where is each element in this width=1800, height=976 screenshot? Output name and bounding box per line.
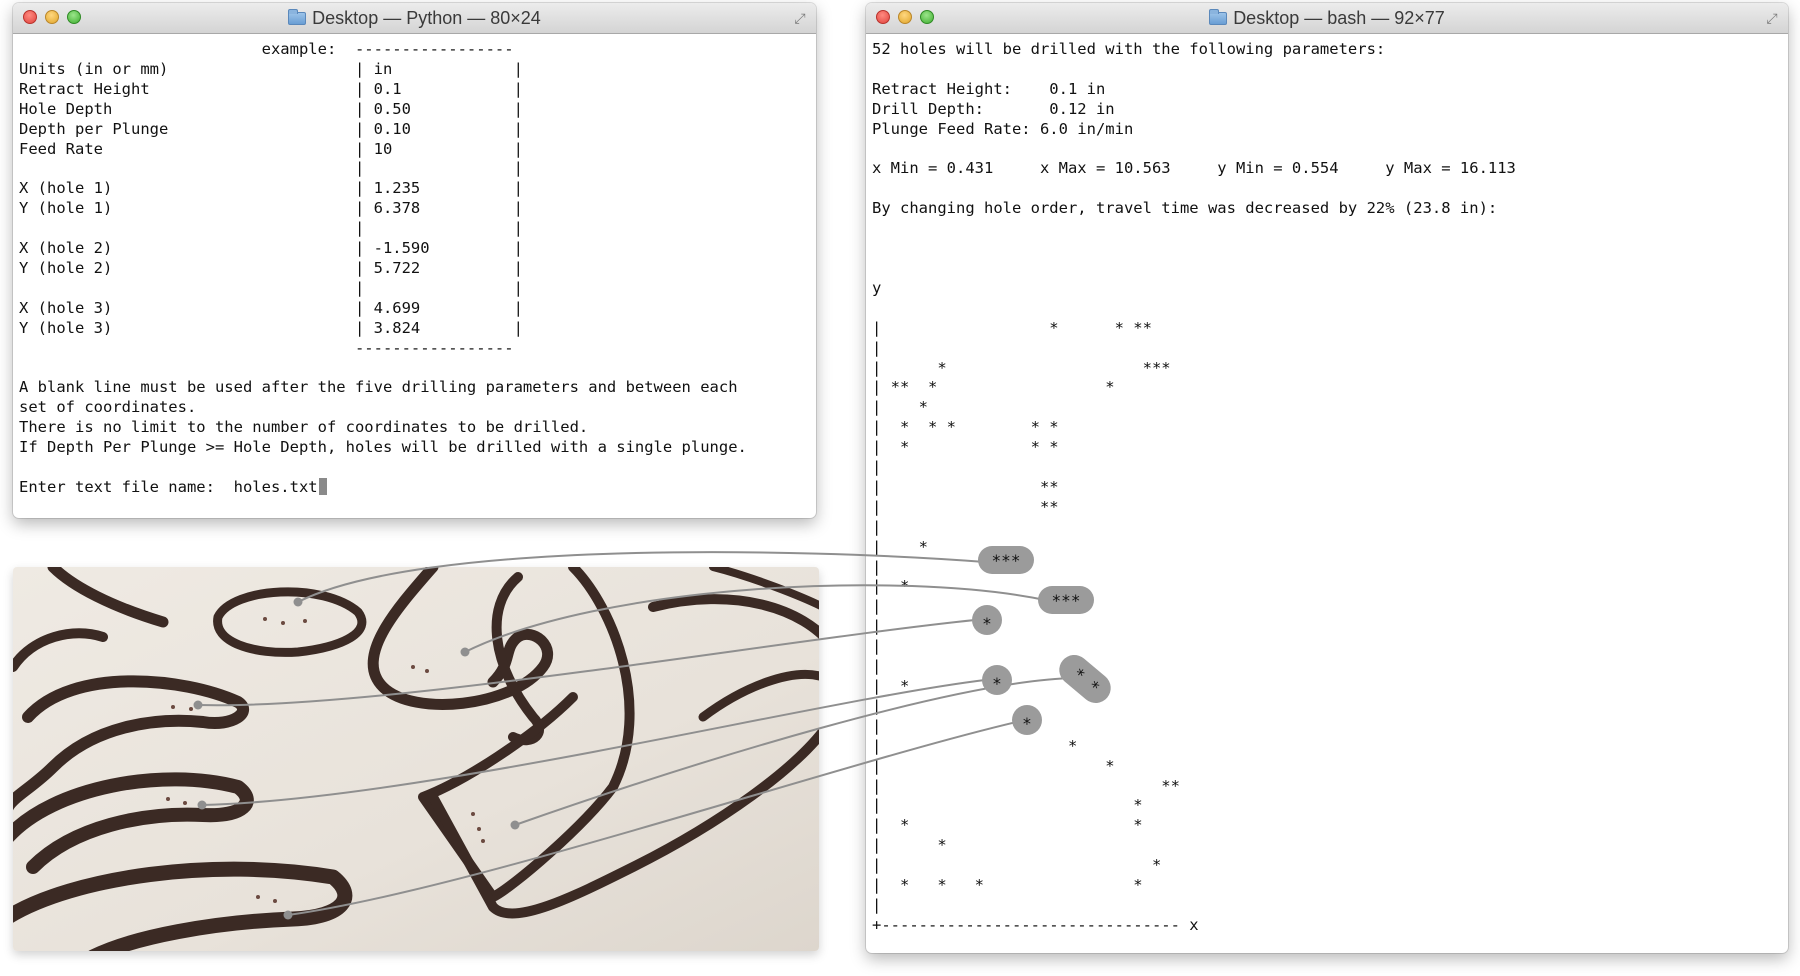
bash-output-line: Drill Depth: 0.12 in [872,99,1115,118]
window-title: Desktop — Python — 80×24 [312,8,541,28]
python-output-line: Depth per Plunge | 0.10 | [19,119,523,138]
python-output-line: | | [354,278,523,297]
zoom-button[interactable] [67,10,81,24]
bash-output-line: | [872,657,882,676]
bash-output-line: | [872,458,882,477]
python-output-line: X (hole 2) | -1.590 | [19,239,523,258]
bash-output-line: Retract Height: 0.1 in [872,79,1106,98]
bash-output-line: | * [872,836,947,855]
python-output-line: X (hole 3) | 4.699 | [19,298,523,317]
bash-output-line: | [872,597,882,616]
text-cursor [318,477,327,495]
python-window-titlebar[interactable]: Desktop — Python — 80×24 ⤢ [13,3,816,34]
python-output-line: Feed Rate | 10 | [19,139,523,158]
bash-output-line: | * [872,677,910,695]
bash-output-line: | [872,517,882,536]
python-output-line: ----------------- [354,338,514,357]
python-output-line: | | [354,219,523,238]
bash-output-line: | * * ** [872,318,1152,337]
terminal-prompt-input[interactable]: Enter text file name: holes.txt [19,478,318,496]
bash-output-line: | [872,637,882,656]
wood-engraving-image [13,567,819,951]
python-output-line: Retract Height | 0.1 | [19,79,523,98]
close-button[interactable] [23,10,37,24]
bash-output-line: | [872,338,882,357]
python-output-line: Y (hole 2) | 5.722 | [19,258,523,277]
python-output-line: X (hole 1) | 1.235 | [19,179,523,198]
minimize-button[interactable] [45,10,59,24]
bash-output-line: Plunge Feed Rate: 6.0 in/min [872,119,1134,138]
python-output-line: A blank line must be used after the five… [19,378,738,397]
close-button[interactable] [876,10,890,24]
bash-output-line: | * [872,398,928,417]
bash-output-line: | * *** [872,358,1171,377]
bash-output-lines: 52 holes will be drilled with the follow… [872,40,1516,934]
bash-output-line: | * [872,796,1143,815]
bash-output-line: | [872,617,882,636]
bash-output-line: | ** [872,477,1059,496]
python-output-line: Y (hole 1) | 6.378 | [19,199,523,218]
bash-output-line: By changing hole order, travel time was … [872,199,1498,218]
fullscreen-icon[interactable]: ⤢ [1764,10,1780,26]
bash-window-titlebar[interactable]: Desktop — bash — 92×77 ⤢ [866,3,1788,34]
bash-terminal-window[interactable]: Desktop — bash — 92×77 ⤢ 52 holes will b… [866,3,1788,953]
bash-output-line: | [872,557,882,576]
python-output-line: There is no limit to the number of coord… [19,418,589,437]
terminal-output[interactable]: 52 holes will be drilled with the follow… [866,34,1788,936]
bash-output-line: y [872,278,882,297]
python-output-line: set of coordinates. [19,398,197,417]
bash-output-line: | * * * * [872,876,1143,895]
bash-output-line: | * * * * * [872,418,1059,437]
bash-output-line: | [872,716,882,735]
fullscreen-icon[interactable]: ⤢ [792,10,808,26]
bash-output-line: | ** [872,776,1180,795]
folder-icon [1209,8,1228,25]
minimize-button[interactable] [898,10,912,24]
terminal-output[interactable]: example: ----------------- Units (in or … [13,34,816,498]
bash-output-line: | * [872,537,928,556]
python-output-line: Units (in or mm) | in | [19,59,523,78]
bash-output-line: | * * [872,816,1143,835]
python-terminal-window[interactable]: Desktop — Python — 80×24 ⤢ example: ----… [13,3,816,518]
folder-icon [288,8,307,25]
bash-output-line: | * [872,756,1115,775]
python-output-line: example: ----------------- [261,40,514,58]
python-output-lines: example: ----------------- Units (in or … [19,40,747,456]
bash-output-line: | ** [872,497,1059,516]
bash-output-line: | * [872,736,1078,755]
zoom-button[interactable] [920,10,934,24]
bash-output-line: | * [872,856,1162,875]
bash-output-line: x Min = 0.431 x Max = 10.563 y Min = 0.5… [872,159,1516,178]
bash-output-line: | ** * * [872,378,1115,397]
bash-output-line: | * * * [872,438,1059,457]
bash-output-line: 52 holes will be drilled with the follow… [872,40,1386,58]
python-output-line: | | [354,159,523,178]
python-output-line: Hole Depth | 0.50 | [19,99,523,118]
python-output-line: If Depth Per Plunge >= Hole Depth, holes… [19,438,747,457]
bash-output-line: | [872,696,882,715]
python-output-line: Y (hole 3) | 3.824 | [19,318,523,337]
bash-output-line: | [872,895,882,914]
routed-wood-photo [13,567,819,951]
bash-output-line: +-------------------------------- x [872,915,1199,934]
window-title: Desktop — bash — 92×77 [1233,8,1445,28]
bash-output-line: | * [872,577,910,596]
